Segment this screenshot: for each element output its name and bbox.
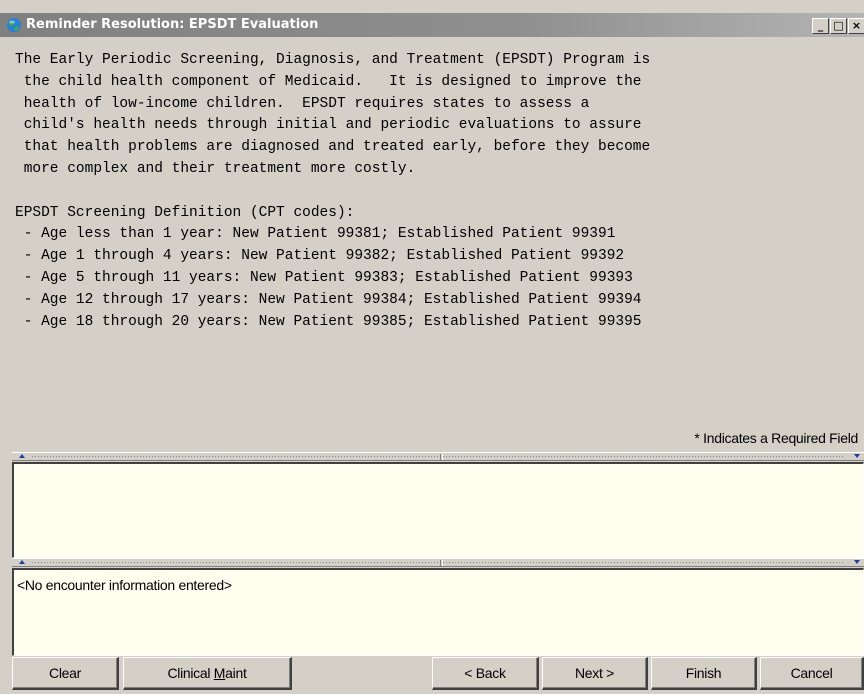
encounter-info-text: <No encounter information entered>	[17, 577, 232, 593]
description-line: health of low-income children. EPSDT req…	[15, 95, 590, 112]
description-line: more complex and their treatment more co…	[15, 160, 416, 177]
minimize-icon: _	[817, 19, 824, 32]
next-button[interactable]: Next >	[542, 657, 648, 690]
close-button[interactable]: ×	[848, 18, 864, 34]
clinical-maint-accelerator: M	[213, 665, 226, 681]
dialog-elements-pane[interactable]	[12, 462, 864, 558]
encounter-info-pane[interactable]: <No encounter information entered>	[12, 568, 864, 656]
description-line: the child health component of Medicaid. …	[15, 73, 642, 90]
clinical-maint-label-prefix: Clinical	[167, 665, 214, 681]
description-line: - Age 5 through 11 years: New Patient 99…	[15, 269, 633, 286]
maximize-icon: □	[833, 19, 844, 32]
splitter-down-arrow-icon[interactable]	[854, 454, 860, 458]
next-label: Next >	[574, 665, 615, 681]
back-button[interactable]: < Back	[432, 657, 539, 690]
splitter-divider	[440, 454, 443, 460]
finish-button[interactable]: Finish	[651, 657, 757, 690]
splitter-grip	[32, 562, 844, 563]
description-line: ​	[15, 181, 864, 203]
description-line: that health problems are diagnosed and t…	[15, 139, 651, 156]
clinical-maint-label-suffix: aint	[225, 665, 247, 681]
description-line: child's health needs through initial and…	[15, 117, 642, 134]
splitter-down-arrow-icon[interactable]	[854, 560, 860, 564]
cancel-button[interactable]: Cancel	[760, 657, 864, 690]
globe-icon	[7, 18, 21, 32]
title-bar[interactable]: Reminder Resolution: EPSDT Evaluation _ …	[0, 13, 864, 37]
description-line: The Early Periodic Screening, Diagnosis,…	[15, 52, 651, 68]
description-line: EPSDT Screening Definition (CPT codes):	[15, 204, 355, 221]
splitter-divider	[440, 560, 443, 566]
window-title: Reminder Resolution: EPSDT Evaluation	[26, 17, 319, 32]
clinical-maint-button[interactable]: Clinical Maint	[123, 657, 292, 690]
reminder-dialog: Reminder Resolution: EPSDT Evaluation _ …	[0, 0, 864, 694]
splitter-up-arrow-icon[interactable]	[19, 454, 25, 458]
clear-button[interactable]: Clear	[12, 657, 119, 690]
clear-label: Clear	[49, 665, 81, 681]
description-line: - Age 12 through 17 years: New Patient 9…	[15, 291, 642, 308]
required-field-note: * Indicates a Required Field	[694, 430, 858, 446]
finish-label: Finish	[685, 665, 722, 681]
maximize-button[interactable]: □	[830, 18, 847, 34]
description-line: - Age 18 through 20 years: New Patient 9…	[15, 313, 642, 330]
splitter-grip	[32, 456, 844, 457]
back-label: < Back	[464, 665, 506, 681]
description-line: - Age 1 through 4 years: New Patient 993…	[15, 248, 625, 265]
splitter-up-arrow-icon[interactable]	[19, 560, 25, 564]
lower-splitter[interactable]	[12, 558, 864, 567]
cancel-label: Cancel	[790, 665, 833, 681]
minimize-button[interactable]: _	[812, 18, 829, 34]
description-line: - Age less than 1 year: New Patient 9938…	[15, 226, 616, 243]
reminder-description: The Early Periodic Screening, Diagnosis,…	[0, 37, 864, 453]
upper-splitter[interactable]	[12, 452, 864, 461]
close-icon: ×	[851, 19, 862, 32]
